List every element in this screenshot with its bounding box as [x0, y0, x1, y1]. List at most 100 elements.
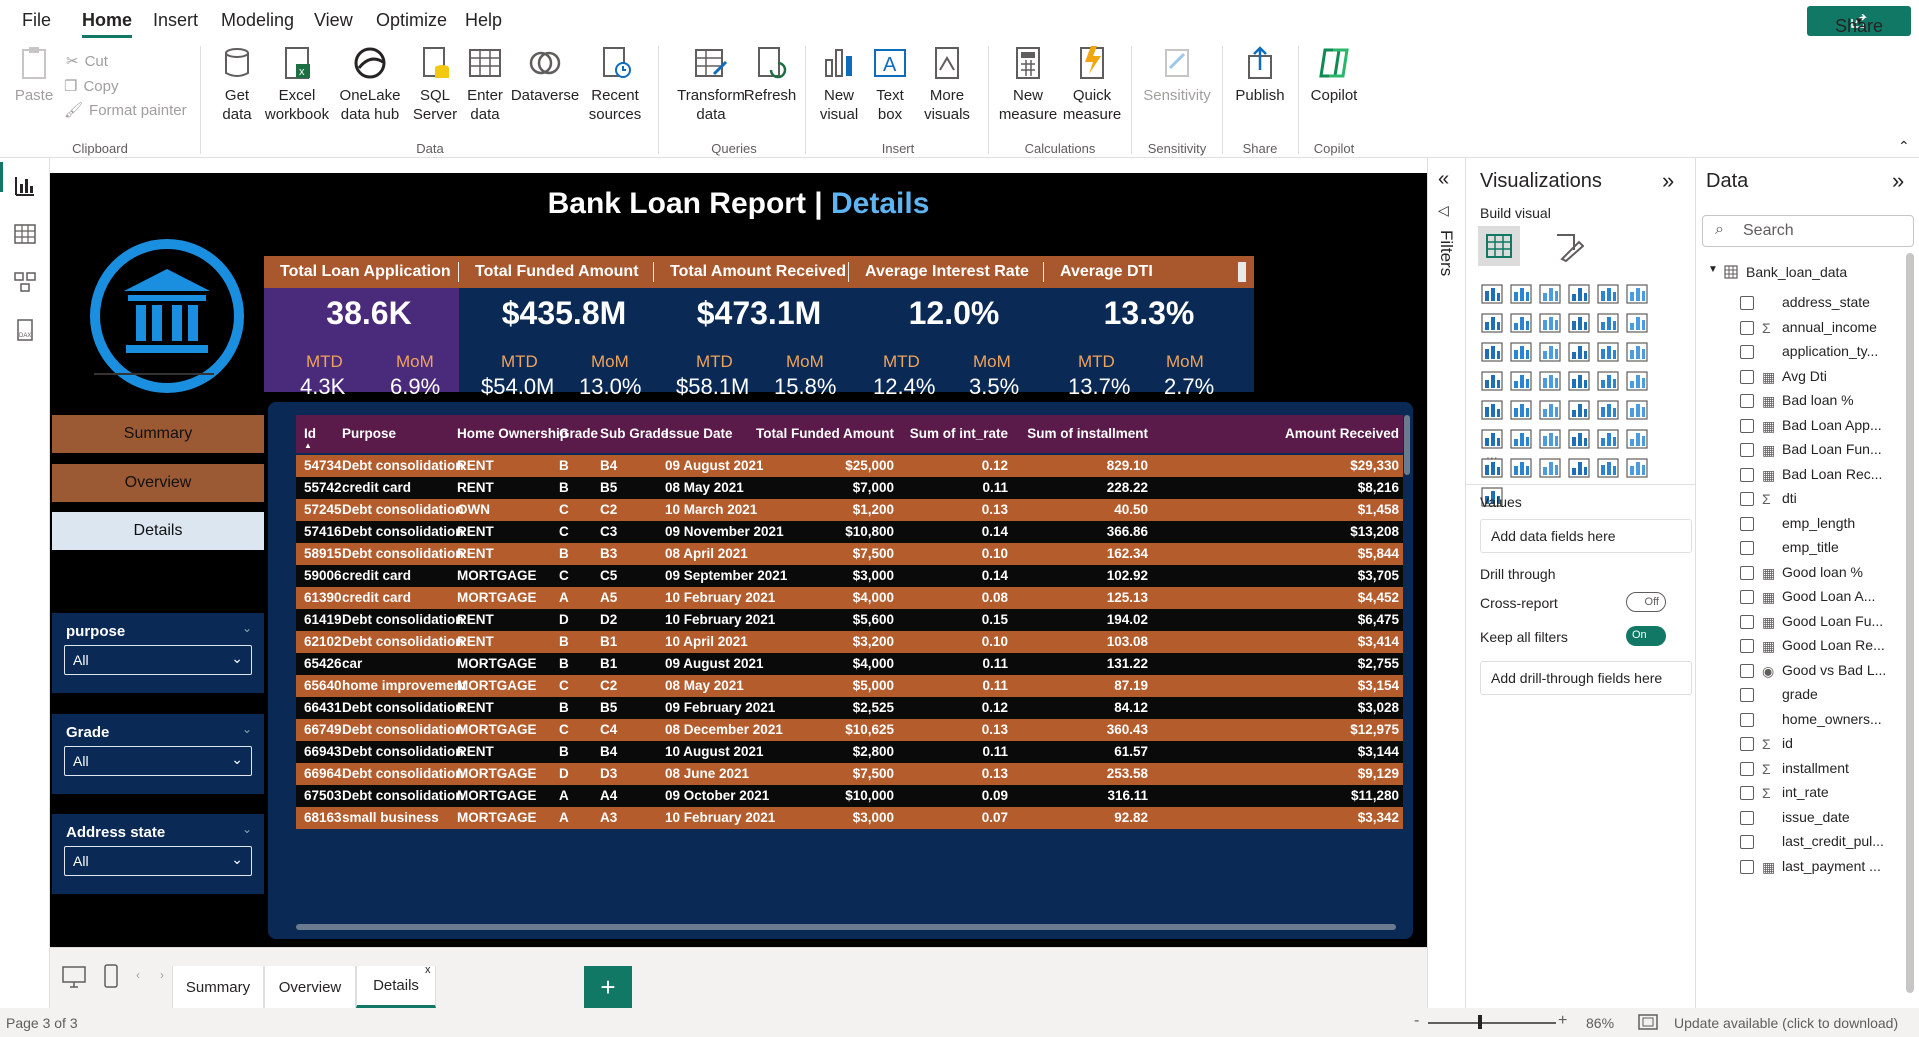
filled-map-visual-icon[interactable] — [1509, 370, 1535, 396]
line-visual-icon[interactable] — [1480, 312, 1506, 338]
col-header-id[interactable]: Id — [304, 426, 316, 441]
page-tab-summary[interactable]: Summary — [172, 966, 264, 1008]
field-checkbox[interactable] — [1740, 786, 1754, 800]
copilot-button[interactable]: Copilot — [1304, 44, 1364, 105]
field-checkbox[interactable] — [1740, 418, 1754, 433]
field-checkbox[interactable] — [1740, 467, 1754, 482]
power-apps-visual-icon[interactable] — [1509, 457, 1535, 483]
col-header-installment[interactable]: Sum of installment — [1027, 426, 1148, 441]
arcgis-visual-icon[interactable] — [1596, 457, 1622, 483]
menu-view[interactable]: View — [314, 10, 353, 31]
collapse-right-icon[interactable]: » — [1892, 168, 1904, 194]
report-view-icon[interactable] — [13, 174, 37, 198]
kpi-visual-icon[interactable] — [1509, 399, 1535, 425]
field-checkbox[interactable] — [1740, 590, 1754, 604]
field-checkbox[interactable] — [1740, 492, 1754, 506]
table-view-icon[interactable] — [13, 222, 37, 246]
text-box-button[interactable]: A Text box — [866, 44, 914, 124]
clustered-bar-visual-icon[interactable] — [1538, 283, 1564, 309]
area-visual-icon[interactable] — [1509, 312, 1535, 338]
field-checkbox[interactable] — [1740, 369, 1754, 384]
more-visuals-button[interactable]: More visuals — [918, 44, 976, 124]
model-view-icon[interactable] — [13, 270, 37, 294]
cross-report-toggle[interactable]: Off — [1626, 592, 1666, 612]
publish-button[interactable]: Publish — [1230, 44, 1290, 105]
expand-left-icon[interactable]: « — [1438, 168, 1449, 191]
field-checkbox[interactable] — [1740, 614, 1754, 629]
smart-narrative-visual-icon[interactable] — [1596, 428, 1622, 454]
100-column-visual-icon[interactable] — [1625, 283, 1651, 309]
menu-home[interactable]: Home — [82, 10, 133, 38]
data-pane-scrollbar[interactable] — [1906, 253, 1914, 993]
new-card-visual-icon[interactable] — [1538, 457, 1564, 483]
card-visual-icon[interactable] — [1625, 370, 1651, 396]
close-icon[interactable]: x — [425, 964, 431, 976]
field-checkbox[interactable] — [1740, 320, 1754, 335]
slicer-address-state-dropdown[interactable]: All ⌄ — [64, 846, 252, 876]
table-row[interactable]: 58915 Debt consolidation RENT B B3 08 April 2… — [296, 543, 1403, 565]
field-checkbox[interactable] — [1740, 859, 1754, 874]
zoom-in-button[interactable]: + — [1558, 1012, 1567, 1030]
menu-file[interactable]: File — [22, 10, 51, 31]
recent-sources-button[interactable]: Recent sources — [584, 44, 646, 124]
table-row[interactable]: 66749 Debt consolidation MORTGAGE C C4 08 Dec… — [296, 719, 1403, 741]
field-checkbox[interactable] — [1740, 565, 1754, 580]
stacked-column-visual-icon[interactable] — [1509, 283, 1535, 309]
slicer-purpose-dropdown[interactable]: All ⌄ — [64, 645, 252, 675]
drill-through-well[interactable]: Add drill-through fields here — [1480, 661, 1692, 695]
field-checkbox[interactable] — [1740, 296, 1754, 310]
menu-help[interactable]: Help — [465, 10, 502, 31]
add-page-button[interactable]: + — [584, 966, 632, 1008]
field-checkbox[interactable] — [1740, 737, 1754, 751]
format-visual-icon[interactable] — [1554, 232, 1584, 262]
matrix-visual-icon[interactable] — [1596, 399, 1622, 425]
paginated-report-visual-icon[interactable] — [1625, 428, 1651, 454]
table-row[interactable]: 65426 car MORTGAGE B B1 09 August 2021 $4,000 0… — [296, 653, 1403, 675]
donut-visual-icon[interactable] — [1596, 341, 1622, 367]
table-row[interactable]: 66964 Debt consolidation MORTGAGE D D3 08 Jun… — [296, 763, 1403, 785]
field-checkbox[interactable] — [1740, 443, 1754, 457]
field-checkbox[interactable] — [1740, 663, 1754, 678]
mobile-layout-icon[interactable] — [104, 964, 118, 988]
table-row[interactable]: 61419 Debt consolidation RENT D D2 10 Februar… — [296, 609, 1403, 631]
sensitivity-button[interactable]: Sensitivity — [1140, 44, 1214, 105]
more-options-icon[interactable]: ... — [1486, 446, 1498, 462]
menu-optimize[interactable]: Optimize — [376, 10, 447, 31]
field-checkbox[interactable] — [1740, 541, 1754, 555]
col-header-amount-received[interactable]: Amount Received — [1285, 426, 1399, 441]
collapse-ribbon-icon[interactable]: ⌃ — [1898, 138, 1910, 155]
table-row[interactable]: 66943 Debt consolidation RENT B B4 10 August … — [296, 741, 1403, 763]
pie-visual-icon[interactable] — [1567, 341, 1593, 367]
build-visual-tab[interactable] — [1478, 226, 1520, 266]
stacked-area-visual-icon[interactable] — [1538, 312, 1564, 338]
custom-visual-icon[interactable] — [1625, 457, 1651, 483]
shape-map-visual-icon[interactable] — [1538, 370, 1564, 396]
col-header-int-rate[interactable]: Sum of int_rate — [910, 426, 1008, 441]
enter-data-button[interactable]: Enter data — [460, 44, 510, 124]
col-header-home-ownership[interactable]: Home Ownership — [457, 426, 568, 441]
onelake-button[interactable]: OneLake data hub — [334, 44, 406, 124]
kpi-card-total-loan-applications[interactable]: Total Loan Application 38.6K MTD MoM 4.3… — [264, 256, 474, 399]
zoom-out-button[interactable]: - — [1414, 1012, 1419, 1030]
table-row[interactable]: 61390 credit card MORTGAGE A A5 10 February 2… — [296, 587, 1403, 609]
table-row[interactable]: 54734 Debt consolidation RENT B B4 09 August … — [296, 455, 1403, 477]
table-row[interactable]: 68163 small business MORTGAGE A A3 10 Februar… — [296, 807, 1403, 829]
desktop-layout-icon[interactable] — [62, 966, 86, 988]
kpi-card-average-interest-rate[interactable]: Average Interest Rate 12.0% MTD MoM 12.4… — [849, 256, 1059, 399]
table-visual-icon[interactable] — [1567, 399, 1593, 425]
update-notice[interactable]: Update available (click to download) — [1674, 1015, 1898, 1031]
col-header-grade[interactable]: Grade — [559, 426, 598, 441]
refresh-button[interactable]: Refresh — [742, 44, 798, 105]
table-row[interactable]: 65640 home improvement MORTGAGE C C2 08 May 2… — [296, 675, 1403, 697]
dax-query-icon[interactable]: DAX — [13, 318, 37, 342]
key-influencers-visual-icon[interactable] — [1509, 428, 1535, 454]
filters-label[interactable]: Filters — [1436, 230, 1456, 276]
kpi-card-total-amount-received[interactable]: Total Amount Received $473.1M MTD MoM $5… — [654, 256, 864, 399]
collapse-right-icon[interactable]: » — [1662, 168, 1674, 194]
cut-button[interactable]: ✂ Cut — [66, 52, 108, 71]
table-row[interactable]: 67503 Debt consolidation MORTGAGE A A4 09 Oct… — [296, 785, 1403, 807]
field-checkbox[interactable] — [1740, 835, 1754, 849]
quick-measure-button[interactable]: Quick measure — [1060, 44, 1124, 124]
clustered-column-visual-icon[interactable] — [1567, 283, 1593, 309]
new-visual-button[interactable]: New visual — [814, 44, 864, 124]
